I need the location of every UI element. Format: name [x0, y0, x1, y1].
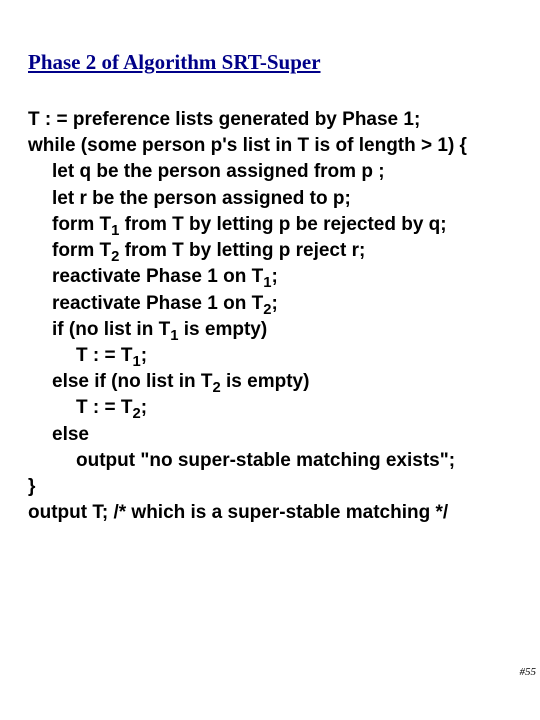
text: reactivate Phase 1 on T: [52, 293, 263, 314]
text: form T: [52, 214, 111, 235]
code-line: output T; /* which is a super-stable mat…: [28, 500, 512, 526]
code-line: let q be the person assigned from p ;: [28, 159, 512, 185]
code-line: let r be the person assigned to p;: [28, 186, 512, 212]
sub-1: 1: [132, 354, 140, 370]
text: ;: [271, 266, 277, 287]
code-line: T : = T1;: [28, 343, 512, 369]
algorithm-body: T : = preference lists generated by Phas…: [28, 107, 512, 527]
sub-2: 2: [132, 406, 140, 422]
text: T : = T: [76, 345, 132, 366]
kw-if: if: [52, 319, 64, 340]
text: output "no super-stable matching exists"…: [28, 450, 455, 471]
text: is empty): [221, 371, 310, 392]
text: reactivate Phase 1 on T: [52, 266, 263, 287]
text: ;: [271, 293, 277, 314]
text: is empty): [178, 319, 267, 340]
kw-elseif: else if: [52, 371, 106, 392]
text: form T: [52, 240, 111, 261]
code-line: if (no list in T1 is empty): [28, 317, 512, 343]
page-number: #55: [520, 666, 537, 678]
code-line: output "no super-stable matching exists"…: [28, 448, 512, 474]
text: from T by letting p be rejected by q;: [119, 214, 446, 235]
kw-while: while: [28, 135, 76, 156]
code-line: reactivate Phase 1 on T1;: [28, 264, 512, 290]
code-line: form T2 from T by letting p reject r;: [28, 238, 512, 264]
text: T : = T: [76, 397, 132, 418]
code-line: }: [28, 474, 512, 500]
code-line: else: [28, 422, 512, 448]
code-line: form T1 from T by letting p be rejected …: [28, 212, 512, 238]
slide-title: Phase 2 of Algorithm SRT-Super: [28, 50, 512, 75]
text: (some person p's list in T is of length …: [76, 135, 467, 156]
text: (no list in T: [64, 319, 171, 340]
text: ;: [141, 345, 147, 366]
text: ;: [141, 397, 147, 418]
slide: Phase 2 of Algorithm SRT-Super T : = pre…: [0, 0, 540, 527]
text: from T by letting p reject r;: [119, 240, 365, 261]
text: (no list in T: [106, 371, 213, 392]
code-line: T : = preference lists generated by Phas…: [28, 107, 512, 133]
code-line: T : = T2;: [28, 395, 512, 421]
code-line: reactivate Phase 1 on T2;: [28, 291, 512, 317]
sub-2: 2: [212, 380, 220, 396]
code-line: else if (no list in T2 is empty): [28, 369, 512, 395]
text: form T1 from T by letting p be rejected …: [28, 214, 447, 235]
code-line: while (some person p's list in T is of l…: [28, 133, 512, 159]
